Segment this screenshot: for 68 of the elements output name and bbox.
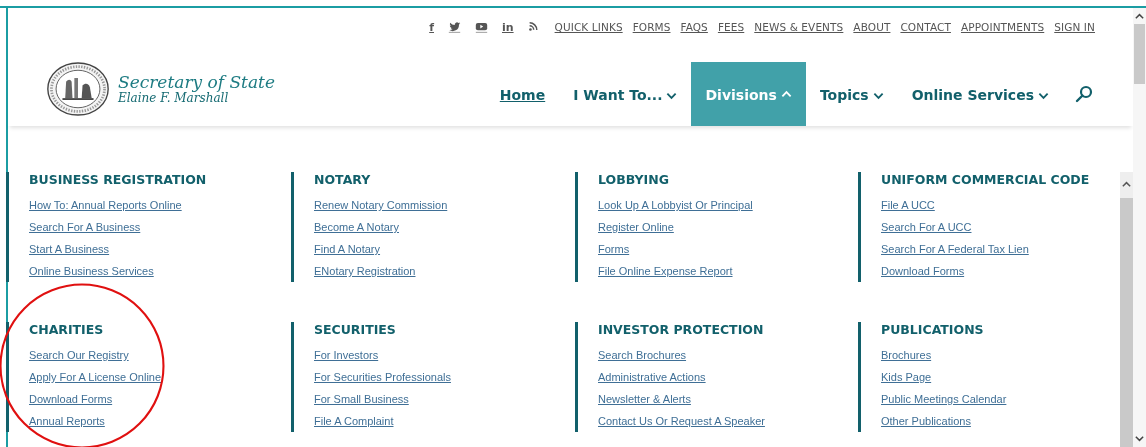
utility-link[interactable]: SIGN IN — [1054, 21, 1095, 33]
video-play-icon[interactable] — [475, 21, 488, 33]
section-heading: CHARITIES — [29, 322, 104, 338]
division-link[interactable]: Brochures — [881, 344, 932, 366]
nav-menu-tab[interactable]: Divisions — [691, 62, 806, 126]
division-link[interactable]: Find A Notary — [314, 238, 381, 260]
utility-link[interactable]: QUICK LINKS — [554, 21, 623, 33]
scroll-up-icon[interactable] — [1134, 12, 1145, 20]
site-subtitle: Elaine F. Marshall — [118, 92, 230, 105]
state-seal-icon — [46, 61, 110, 117]
dropdown-scrollbar[interactable] — [1120, 172, 1133, 447]
division-link[interactable]: Online Business Services — [29, 260, 154, 282]
section-heading: SECURITIES — [314, 322, 396, 338]
utility-link[interactable]: FEES — [717, 21, 745, 33]
nav-menu-tab[interactable]: I Want To... — [559, 62, 692, 126]
utility-link[interactable]: ABOUT — [853, 21, 891, 33]
division-link[interactable]: How To: Annual Reports Online — [29, 194, 182, 216]
division-link[interactable]: For Securities Professionals — [314, 366, 451, 388]
division-link[interactable]: Search Brochures — [598, 344, 687, 366]
section-heading: INVESTOR PROTECTION — [598, 322, 764, 338]
scroll-up-icon[interactable] — [1121, 180, 1132, 188]
nav-menu-tab[interactable]: Online Services — [897, 62, 1063, 126]
site-title[interactable]: Secretary of State — [118, 73, 275, 92]
division-link[interactable]: Search Our Registry — [29, 344, 129, 366]
division-link[interactable]: Forms — [598, 238, 630, 260]
social-link[interactable]: f — [429, 20, 434, 34]
division-link[interactable]: ENotary Registration — [314, 260, 416, 282]
social-link[interactable]: in — [502, 20, 514, 34]
utility-link[interactable]: CONTACT — [900, 21, 951, 33]
utility-link[interactable]: FAQS — [680, 21, 708, 33]
utility-link[interactable]: NEWS & EVENTS — [754, 21, 844, 33]
utility-link[interactable]: FORMS — [632, 21, 671, 33]
division-link[interactable]: Administrative Actions — [598, 366, 706, 388]
division-link[interactable]: For Investors — [314, 344, 379, 366]
division-link[interactable]: Newsletter & Alerts — [598, 388, 691, 410]
division-link[interactable]: Annual Reports — [29, 410, 105, 432]
search-icon[interactable] — [1075, 85, 1093, 103]
scroll-down-icon[interactable] — [1134, 435, 1145, 443]
division-link[interactable]: Download Forms — [29, 388, 113, 410]
division-link[interactable]: Download Forms — [881, 260, 965, 282]
nav-link[interactable]: Home — [485, 62, 560, 126]
division-link[interactable]: Register Online — [598, 216, 674, 238]
utility-link[interactable]: APPOINTMENTS — [960, 21, 1045, 33]
nav-menu-tab[interactable]: Topics — [805, 62, 898, 126]
division-link[interactable]: Other Publications — [881, 410, 971, 432]
division-link[interactable]: Search For A Federal Tax Lien — [881, 238, 1029, 260]
section-heading: NOTARY — [314, 172, 371, 188]
section-heading: PUBLICATIONS — [881, 322, 984, 338]
division-link[interactable]: Search For A Business — [29, 216, 141, 238]
division-link[interactable]: Search For A UCC — [881, 216, 972, 238]
section-heading: UNIFORM COMMERCIAL CODE — [881, 172, 1090, 188]
section-heading: LOBBYING — [598, 172, 669, 188]
division-link[interactable]: Public Meetings Calendar — [881, 388, 1007, 410]
division-link[interactable]: Apply For A License Online — [29, 366, 162, 388]
section-heading: BUSINESS REGISTRATION — [29, 172, 207, 188]
division-link[interactable]: Renew Notary Commission — [314, 194, 448, 216]
division-link[interactable]: Start A Business — [29, 238, 110, 260]
page-scrollbar[interactable] — [1133, 8, 1146, 447]
division-link[interactable]: File A Complaint — [314, 410, 394, 432]
division-link[interactable]: Contact Us Or Request A Speaker — [598, 410, 765, 432]
division-link[interactable]: For Small Business — [314, 388, 409, 410]
division-link[interactable]: Kids Page — [881, 366, 932, 388]
division-link[interactable]: Look Up A Lobbyist Or Principal — [598, 194, 753, 216]
scroll-thumb[interactable] — [1134, 24, 1145, 84]
bird-icon[interactable] — [448, 21, 461, 33]
division-link[interactable]: File A UCC — [881, 194, 935, 216]
division-link[interactable]: File Online Expense Report — [598, 260, 733, 282]
division-link[interactable]: Become A Notary — [314, 216, 399, 238]
